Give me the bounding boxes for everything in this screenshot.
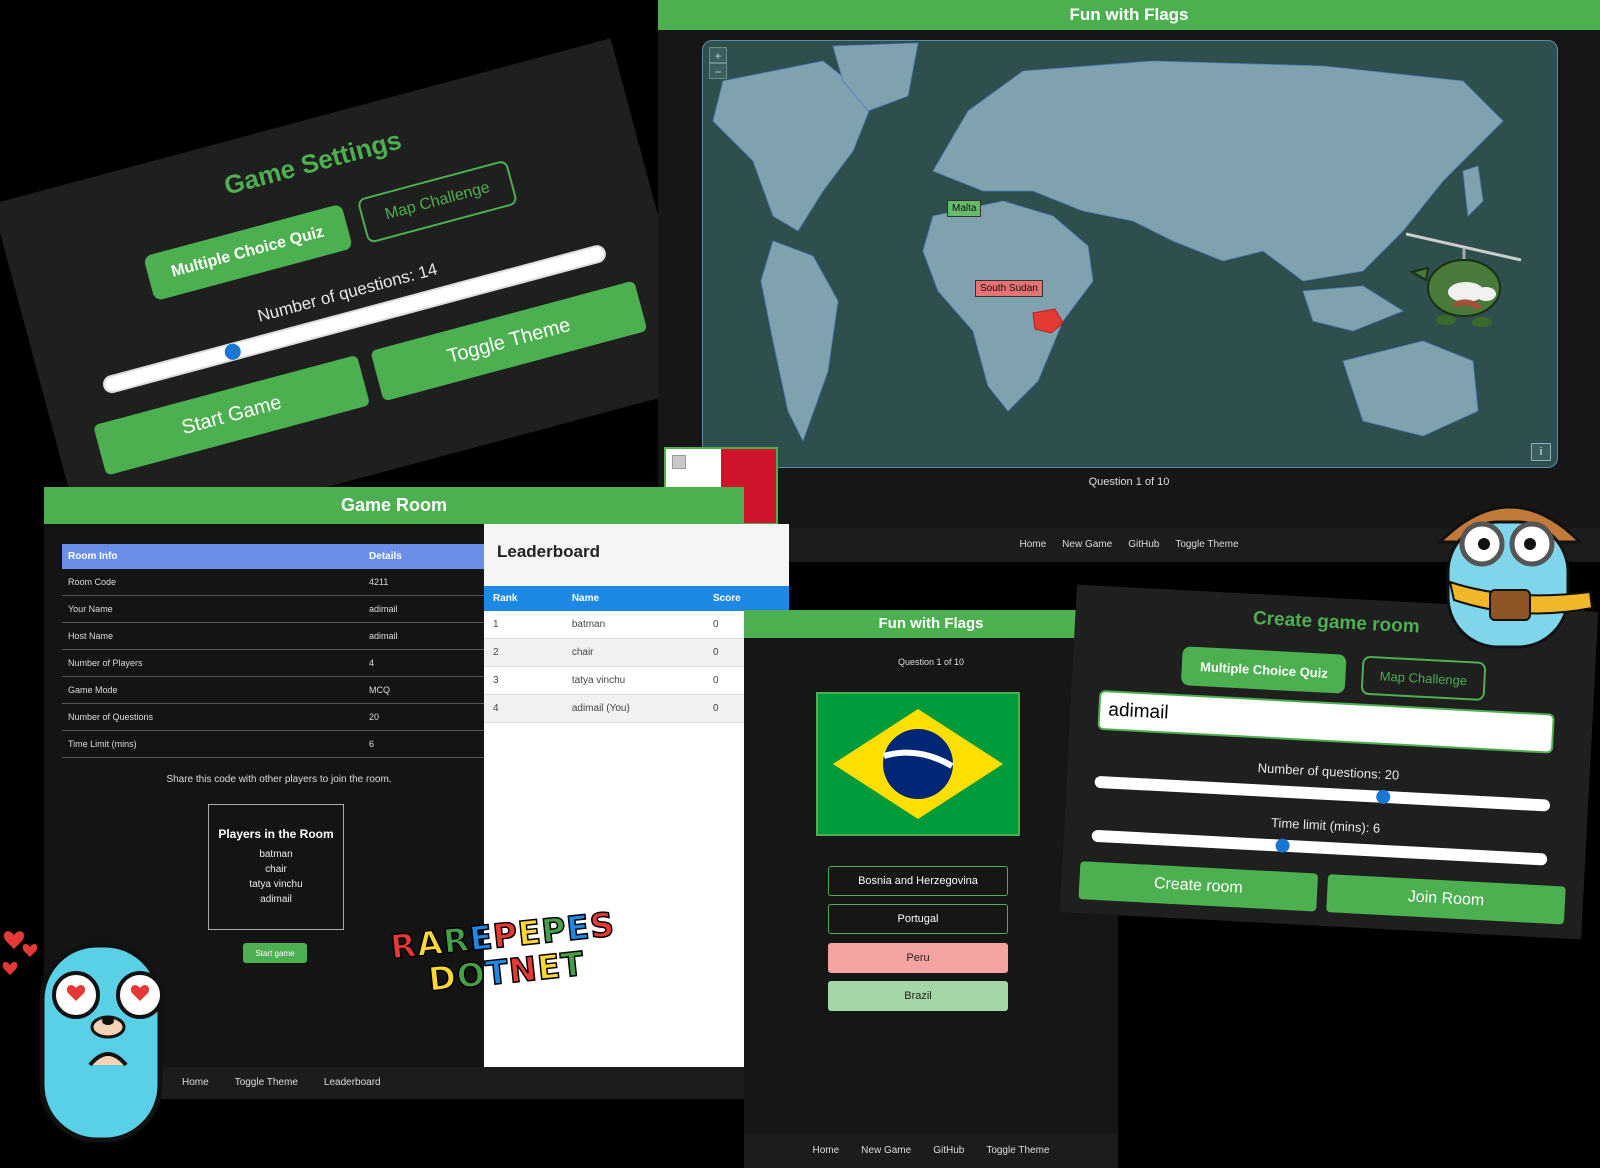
player-item: adimail [260, 894, 292, 905]
table-row: Host Name adimail [62, 622, 502, 650]
name-cell: adimail (You) [562, 694, 704, 723]
map-mode-button[interactable]: Map Challenge [1360, 655, 1487, 702]
time-limit-knob[interactable] [1275, 838, 1290, 854]
zoom-in-button[interactable]: + [709, 47, 727, 63]
row-label: Room Code [62, 569, 364, 596]
sticker-letter: D [426, 956, 460, 999]
nav-new-game[interactable]: New Game [861, 1134, 911, 1168]
quiz-title: Fun with Flags [744, 610, 1118, 638]
players-title: Players in the Room [218, 827, 334, 841]
nav-home[interactable]: Home [1019, 528, 1046, 562]
row-value: 20 [363, 703, 502, 731]
table-row: Room Code 4211 [62, 569, 502, 596]
australia-shape [1342, 340, 1479, 437]
gopher-love-mascot [2, 931, 164, 1143]
option-bosnia-button[interactable]: Bosnia and Herzegovina [828, 866, 1008, 896]
nav-toggle-theme[interactable]: Toggle Theme [1175, 528, 1238, 562]
room-info-table: Room Info Details Room Code 4211 Your Nam… [62, 544, 502, 758]
row-value: adimail [363, 595, 502, 623]
rank-header: Rank [484, 586, 563, 611]
name-cell: tatya vinchu [562, 666, 704, 695]
brazil-flag [816, 692, 1020, 836]
sticker-letter: N [506, 948, 540, 991]
create-room-button[interactable]: Create room [1078, 861, 1319, 912]
create-actions: Create room Join Room [1078, 861, 1566, 925]
mcq-mode-button[interactable]: Multiple Choice Quiz [142, 203, 353, 302]
rank-cell: 1 [484, 611, 563, 639]
africa-shape [922, 200, 1094, 412]
name-cell: batman [562, 611, 704, 639]
option-brazil-button[interactable]: Brazil [828, 981, 1008, 1011]
map-mode-button[interactable]: Map Challenge [356, 159, 519, 244]
rank-cell: 3 [484, 666, 563, 695]
row-label: Number of Players [62, 649, 364, 677]
start-game-small-button[interactable]: Start game [243, 943, 307, 963]
george-cross-icon [672, 455, 686, 469]
row-label: Number of Questions [62, 703, 364, 731]
sticker-letter: O [454, 953, 488, 997]
row-label: Time Limit (mins) [62, 730, 364, 758]
players-box: Players in the Room batman chair tatya v… [208, 804, 344, 930]
quiz-footer-nav: Home New Game GitHub Toggle Theme [744, 1134, 1118, 1168]
nav-toggle-theme[interactable]: Toggle Theme [235, 1067, 298, 1099]
map-game-title: Fun with Flags [658, 0, 1600, 30]
nav-github[interactable]: GitHub [933, 1134, 964, 1168]
nav-github[interactable]: GitHub [1128, 528, 1159, 562]
nav-home[interactable]: Home [812, 1134, 839, 1168]
nav-new-game[interactable]: New Game [1062, 528, 1112, 562]
heart-icon [3, 931, 25, 949]
table-row: Time Limit (mins) 6 [62, 730, 502, 758]
table-row: Number of Questions 20 [62, 703, 502, 731]
japan-shape [1462, 165, 1484, 217]
nav-home[interactable]: Home [182, 1067, 209, 1099]
mcq-mode-button[interactable]: Multiple Choice Quiz [1181, 646, 1347, 694]
room-details-header: Details [363, 544, 502, 569]
row-value: 4211 [363, 569, 502, 596]
zoom-out-button[interactable]: − [709, 63, 727, 79]
game-settings-panel: Game Settings Multiple Choice Quiz Map C… [0, 38, 704, 552]
table-row: Number of Players 4 [62, 649, 502, 677]
row-value: adimail [363, 622, 502, 650]
row-label: Your Name [62, 595, 364, 623]
pepe-helicopter-sticker [1406, 232, 1522, 327]
row-label: Game Mode [62, 676, 364, 704]
wrong-country-tag: South Sudan [975, 280, 1043, 297]
row-value: MCQ [363, 676, 502, 704]
questions-slider-knob[interactable] [222, 341, 243, 362]
option-peru-button[interactable]: Peru [828, 943, 1008, 973]
row-label: Host Name [62, 622, 364, 650]
map-info-button[interactable]: i [1531, 443, 1551, 461]
option-portugal-button[interactable]: Portugal [828, 904, 1008, 934]
gopher-aviator-mascot [1436, 505, 1594, 649]
room-info-header: Room Info [62, 544, 364, 569]
game-room-title: Game Room [44, 487, 744, 524]
leaderboard-title: Leaderboard [484, 524, 789, 586]
share-code-text: Share this code with other players to jo… [166, 774, 392, 785]
correct-country-tag: Malta [947, 200, 982, 217]
row-value: 6 [363, 730, 502, 758]
heart-icon [22, 944, 38, 957]
name-cell: chair [562, 638, 704, 667]
nav-leaderboard[interactable]: Leaderboard [324, 1067, 381, 1099]
quiz-question-counter: Question 1 of 10 [897, 657, 965, 667]
sticker-letter: S [587, 904, 617, 947]
row-value: 4 [363, 649, 502, 677]
table-row: Your Name adimail [62, 595, 502, 623]
brazil-flag-svg [818, 694, 1018, 834]
southeast-asia-shape [1302, 285, 1404, 332]
player-item: batman [259, 849, 293, 860]
rank-cell: 4 [484, 694, 563, 723]
score-header: Score [703, 586, 789, 611]
south-america-shape [760, 240, 839, 443]
rank-cell: 2 [484, 638, 563, 667]
table-row: Game Mode MCQ [62, 676, 502, 704]
player-item: chair [265, 864, 287, 875]
join-room-button[interactable]: Join Room [1326, 874, 1566, 925]
name-header: Name [562, 586, 704, 611]
player-item: tatya vinchu [249, 879, 303, 890]
heart-icon [2, 962, 18, 975]
sticker-letter: T [558, 943, 587, 986]
create-questions-knob[interactable] [1375, 789, 1391, 805]
nav-toggle-theme[interactable]: Toggle Theme [986, 1134, 1049, 1168]
